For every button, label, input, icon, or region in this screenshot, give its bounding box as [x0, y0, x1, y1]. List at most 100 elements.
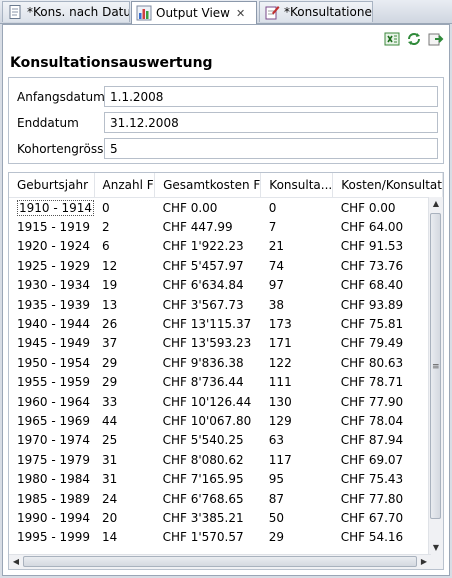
- table-cell: CHF 8'736.44: [162, 375, 244, 390]
- table-row[interactable]: 1975 - 1979 31 CHF 8'080.62 117 CHF 69.07: [9, 450, 443, 469]
- table-cell: 19: [102, 278, 118, 293]
- table-cell: 97: [268, 278, 285, 293]
- table-cell: 38: [268, 297, 285, 312]
- table-row[interactable]: 1965 - 1969 44 CHF 10'067.80 129 CHF 78.04: [9, 411, 443, 430]
- refresh-icon[interactable]: [405, 30, 423, 48]
- parameter-form: Anfangsdatum 1.1.2008 Enddatum 31.12.200…: [8, 77, 444, 164]
- table-cell: 122: [268, 355, 292, 370]
- table-row[interactable]: 1990 - 1994 20 CHF 3'385.21 50 CHF 67.70: [9, 508, 443, 527]
- table-row[interactable]: 1945 - 1949 37 CHF 13'593.23 171 CHF 79.49: [9, 334, 443, 353]
- table-row[interactable]: 1985 - 1989 24 CHF 6'768.65 87 CHF 77.80: [9, 489, 443, 508]
- table-cell: 1995 - 1999: [17, 530, 91, 545]
- table-cell: 12: [102, 258, 118, 273]
- table-cell: CHF 54.16: [340, 530, 404, 545]
- table-cell: CHF 64.00: [340, 220, 404, 235]
- table-cell: CHF 0.00: [340, 200, 396, 215]
- table-cell: CHF 1'570.57: [162, 530, 244, 545]
- table-cell: 29: [102, 355, 118, 370]
- table-cell: CHF 80.63: [340, 355, 404, 370]
- table-cell: CHF 69.07: [340, 452, 404, 467]
- table-cell: 1950 - 1954: [17, 355, 91, 370]
- scrollbar-corner: [429, 555, 443, 569]
- table-body: 1910 - 1914 0 CHF 0.00 0 CHF 0.00 1915 - 1919…: [9, 198, 443, 548]
- editor-tab-bar: *Kons. nach Datum Output View ✕ *Konsult…: [0, 0, 452, 24]
- table-row[interactable]: 1920 - 1924 6 CHF 1'922.23 21 CHF 91.53: [9, 237, 443, 256]
- table-cell: CHF 75.43: [340, 472, 404, 487]
- column-header[interactable]: Gesamtkosten F: [154, 173, 262, 198]
- table-cell: CHF 5'457.97: [162, 258, 244, 273]
- table-cell: CHF 78.71: [340, 375, 404, 390]
- table-cell: 1970 - 1974: [17, 433, 91, 448]
- table-cell: CHF 77.90: [340, 394, 404, 409]
- table-cell: 14: [102, 530, 118, 545]
- table-cell: CHF 13'593.23: [162, 336, 252, 351]
- table-cell: 1940 - 1944: [17, 317, 91, 332]
- cohort-size-field[interactable]: 5: [104, 138, 438, 159]
- table-row[interactable]: 1970 - 1974 25 CHF 5'540.25 63 CHF 87.94: [9, 431, 443, 450]
- grip-icon: ≡: [432, 362, 440, 372]
- table-cell: CHF 1'922.23: [162, 239, 244, 254]
- scroll-up-icon[interactable]: ▲: [429, 197, 443, 211]
- table-row[interactable]: 1915 - 1919 2 CHF 447.99 7 CHF 64.00: [9, 217, 443, 236]
- tab-kons-nach-datum[interactable]: *Kons. nach Datum: [2, 1, 130, 22]
- export-excel-icon[interactable]: [383, 30, 401, 48]
- horizontal-scrollbar[interactable]: ◀ ▶: [9, 554, 431, 569]
- table-cell: 31: [102, 472, 118, 487]
- table-cell: 25: [102, 433, 118, 448]
- table-cell: 1920 - 1924: [17, 239, 91, 254]
- table-cell: 1990 - 1994: [17, 510, 91, 525]
- focused-cell-text: 1910 - 1914: [17, 199, 95, 216]
- end-date-field[interactable]: 31.12.2008: [104, 112, 438, 133]
- column-header[interactable]: Anzahl F: [94, 173, 156, 198]
- table-row[interactable]: 1955 - 1959 29 CHF 8'736.44 111 CHF 78.71: [9, 373, 443, 392]
- table-cell: 1960 - 1964: [17, 394, 91, 409]
- column-header[interactable]: Geburtsjahr: [9, 173, 95, 198]
- table-cell: CHF 79.49: [340, 336, 404, 351]
- table-row[interactable]: 1935 - 1939 13 CHF 3'567.73 38 CHF 93.89: [9, 295, 443, 314]
- table-cell: 6: [102, 239, 110, 254]
- table-cell: CHF 10'067.80: [162, 413, 252, 428]
- table-row[interactable]: 1950 - 1954 29 CHF 9'836.38 122 CHF 80.63: [9, 353, 443, 372]
- table-cell: 87: [268, 491, 285, 506]
- table-cell: CHF 10'126.44: [162, 394, 252, 409]
- table-row[interactable]: 1980 - 1984 31 CHF 7'165.95 95 CHF 75.43: [9, 469, 443, 488]
- cohort-size-row: Kohortengrösse 5: [9, 137, 443, 161]
- cohort-size-label: Kohortengrösse: [17, 142, 111, 156]
- table-cell: 2: [102, 220, 110, 235]
- table-cell: 0: [268, 200, 277, 215]
- table-cell: CHF 68.40: [340, 278, 404, 293]
- start-date-label: Anfangsdatum: [17, 90, 105, 104]
- table-cell: 130: [268, 394, 292, 409]
- close-icon[interactable]: ✕: [236, 7, 245, 20]
- start-date-field[interactable]: 1.1.2008: [104, 86, 438, 107]
- table-cell: CHF 75.81: [340, 317, 404, 332]
- table-row[interactable]: 1995 - 1999 14 CHF 1'570.57 29 CHF 54.16: [9, 528, 443, 547]
- column-header[interactable]: Kosten/Konsultat: [332, 173, 443, 198]
- table-row[interactable]: 1960 - 1964 33 CHF 10'126.44 130 CHF 77.90: [9, 392, 443, 411]
- forward-icon[interactable]: [427, 30, 445, 48]
- table-row[interactable]: 1930 - 1934 19 CHF 6'634.84 97 CHF 68.40: [9, 276, 443, 295]
- table-cell: 117: [268, 452, 292, 467]
- table-cell: 13: [102, 297, 118, 312]
- column-header[interactable]: Konsulta...: [260, 173, 334, 198]
- table-cell: CHF 447.99: [162, 220, 233, 235]
- scroll-down-icon[interactable]: ▼: [429, 541, 443, 555]
- tab-konsultationen[interactable]: *Konsultationen: [259, 1, 373, 22]
- table-row[interactable]: 1925 - 1929 12 CHF 5'457.97 74 CHF 73.76: [9, 256, 443, 275]
- table-cell: 111: [268, 375, 292, 390]
- horizontal-scroll-thumb[interactable]: [23, 556, 417, 567]
- scroll-left-icon[interactable]: ◀: [9, 555, 23, 569]
- table-cell: CHF 7'165.95: [162, 472, 244, 487]
- table-cell: CHF 91.53: [340, 239, 404, 254]
- page-title: Konsultationsauswertung: [10, 55, 213, 71]
- table-cell: 21: [268, 239, 285, 254]
- table-row[interactable]: 1910 - 1914 0 CHF 0.00 0 CHF 0.00: [9, 198, 443, 218]
- tab-output-view[interactable]: Output View ✕: [131, 1, 257, 24]
- table-cell: 7: [268, 220, 277, 235]
- table-cell: CHF 6'634.84: [162, 278, 244, 293]
- vertical-scrollbar[interactable]: ▲ ≡ ▼: [428, 197, 443, 555]
- table-row[interactable]: 1940 - 1944 26 CHF 13'115.37 173 CHF 75.81: [9, 314, 443, 333]
- table-cell: CHF 0.00: [162, 200, 218, 215]
- table-cell: 20: [102, 510, 118, 525]
- table-cell: 95: [268, 472, 285, 487]
